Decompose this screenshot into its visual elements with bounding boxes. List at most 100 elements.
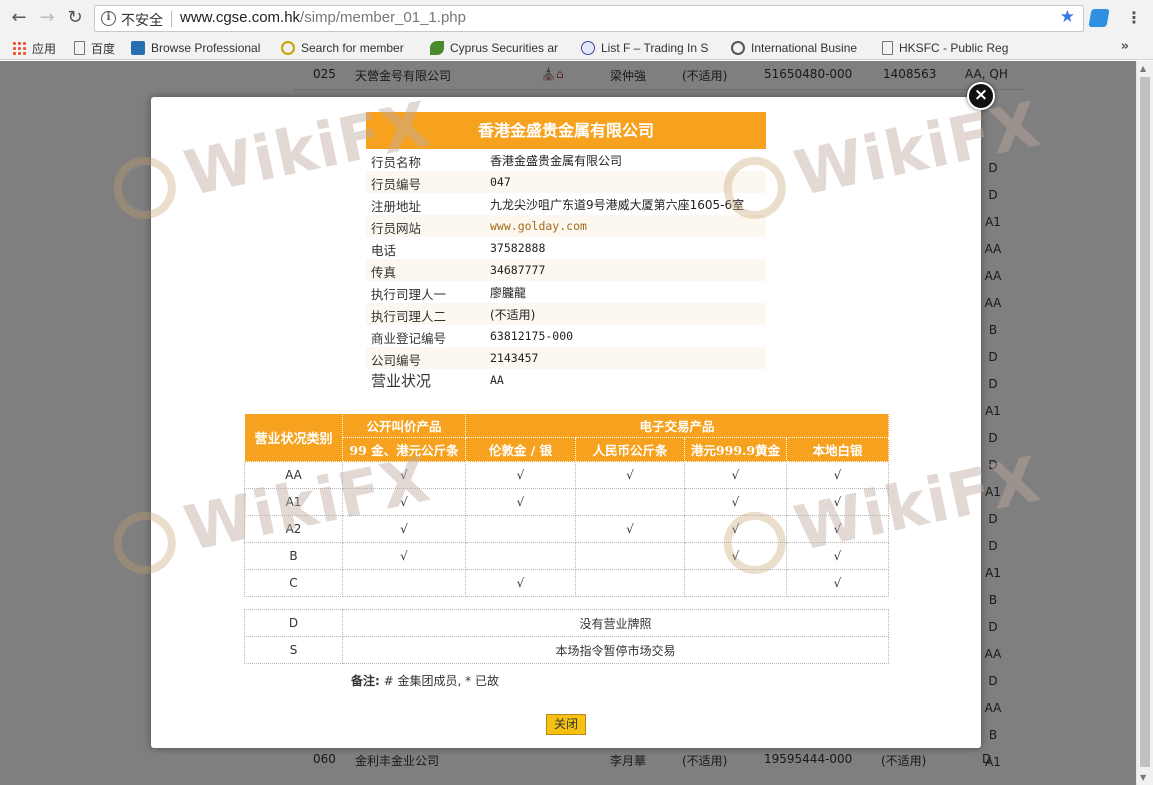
close-modal-icon[interactable]: × [967, 82, 995, 110]
remarks: 备注: # 金集团成员, * 已故 [351, 674, 499, 688]
field-label: 行员网站 [371, 221, 422, 236]
info-row: 行员编号 047 [366, 171, 766, 193]
bookmark-apps[interactable]: 应用 [12, 39, 64, 57]
scroll-down-icon[interactable]: ▼ [1140, 773, 1146, 782]
check-cell: √ [684, 488, 787, 516]
site-favicon-icon [581, 41, 595, 55]
check-cell [465, 542, 576, 570]
check-cell: √ [465, 569, 576, 597]
info-row: 注册地址 九龙尖沙咀广东道9号港威大厦第六座1605-6室 [366, 193, 766, 215]
site-favicon-icon [731, 41, 745, 55]
bookmark-search-member[interactable]: Search for member [281, 39, 417, 57]
site-favicon-icon [430, 41, 444, 55]
status-desc: 没有营业牌照 [342, 609, 889, 637]
browser-toolbar: ← → ↻ i 不安全 www.cgse.com.hk/simp/member_… [0, 0, 1153, 36]
page-scrollbar[interactable]: ▲ ▼ [1136, 61, 1153, 785]
close-button[interactable]: 关闭 [546, 714, 586, 735]
category-code: C [244, 569, 343, 597]
field-value: 34687777 [490, 263, 546, 277]
field-value: 047 [490, 175, 511, 189]
info-row: 电话 37582888 [366, 237, 766, 259]
col-rmb: 人民币公斤条 [575, 437, 685, 462]
more-bookmarks-icon[interactable]: » [1121, 39, 1129, 54]
check-cell: √ [684, 461, 787, 489]
bookmark-list-f[interactable]: List F – Trading In S [581, 39, 718, 57]
other-status-table: D 没有营业牌照 S 本场指令暂停市场交易 [244, 609, 889, 664]
field-label: 商业登记编号 [371, 331, 447, 346]
scroll-up-icon[interactable]: ▲ [1140, 64, 1146, 73]
check-cell: √ [786, 488, 889, 516]
field-label: 传真 [371, 265, 397, 280]
header-electronic-group: 电子交易产品 [465, 413, 889, 438]
bookmark-cyprus-securities[interactable]: Cyprus Securities ar [430, 39, 570, 57]
info-row: 行员名称 香港金盛贵金属有限公司 [366, 149, 766, 171]
bookmark-star-icon[interactable]: ★ [1060, 7, 1075, 27]
col-hkd999: 港元999.9黄金 [684, 437, 787, 462]
check-cell [575, 488, 685, 516]
info-row: 行员网站 www.golday.com [366, 215, 766, 237]
field-label: 执行司理人一 [371, 287, 447, 302]
header-public-group: 公开叫价产品 [342, 413, 466, 438]
bookmark-international-business[interactable]: International Busine [731, 39, 869, 57]
category-code: B [244, 542, 343, 570]
page-icon [882, 41, 893, 55]
member-title: 香港金盛贵金属有限公司 [366, 112, 766, 149]
reload-icon[interactable]: ↻ [64, 7, 86, 29]
site-favicon-icon [281, 41, 295, 55]
divider [171, 11, 172, 27]
info-row: 传真 34687777 [366, 259, 766, 281]
check-cell: √ [786, 569, 889, 597]
field-label: 公司编号 [371, 353, 422, 368]
check-cell: √ [465, 488, 576, 516]
check-cell: √ [342, 488, 466, 516]
info-row: 执行司理人一 廖朧龍 [366, 281, 766, 303]
field-label: 电话 [371, 243, 397, 258]
field-label: 执行司理人二 [371, 309, 447, 324]
table-row: AA √ √ √ √ √ [244, 461, 889, 489]
info-icon[interactable]: i [101, 11, 116, 26]
check-cell: √ [684, 515, 787, 543]
table-row: S 本场指令暂停市场交易 [244, 636, 889, 664]
security-label[interactable]: 不安全 [121, 10, 163, 30]
bookmark-baidu[interactable]: 百度 [74, 39, 124, 57]
category-code: AA [244, 461, 343, 489]
field-value: 63812175-000 [490, 329, 574, 343]
field-label: 营业状况 [371, 372, 432, 390]
back-arrow-icon[interactable]: ← [8, 7, 30, 29]
extension-icon[interactable] [1088, 9, 1110, 27]
info-row: 公司编号 2143457 [366, 347, 766, 369]
bookmark-browse-professional[interactable]: Browse Professional [131, 39, 271, 57]
info-row: 商业登记编号 63812175-000 [366, 325, 766, 347]
col-public: 99 金、港元公斤条 [342, 437, 466, 462]
bookmark-hksfc[interactable]: HKSFC - Public Reg [882, 39, 1018, 57]
info-row: 执行司理人二 (不适用) [366, 303, 766, 325]
category-table: 营业状况类别 公开叫价产品 电子交易产品 99 金、港元公斤条 伦敦金 / 银 … [244, 413, 889, 597]
check-cell: √ [465, 461, 576, 489]
check-cell: √ [342, 461, 466, 489]
table-row: A2 √ √ √ √ [244, 515, 889, 543]
category-code: A1 [244, 488, 343, 516]
check-cell [575, 569, 685, 597]
info-row: 营业状况 AA [366, 369, 766, 391]
field-value: (不适用) [490, 308, 536, 322]
url-text[interactable]: www.cgse.com.hk/simp/member_01_1.php [180, 9, 466, 26]
bookmarks-bar: 应用 百度 Browse Professional Search for mem… [0, 36, 1153, 60]
table-row: C √ √ [244, 569, 889, 597]
field-value: AA [490, 373, 504, 387]
website-link[interactable]: www.golday.com [490, 219, 587, 233]
field-value: 香港金盛贵金属有限公司 [490, 154, 623, 168]
forward-arrow-icon[interactable]: → [36, 7, 58, 29]
site-favicon-icon [131, 41, 145, 55]
field-label: 注册地址 [371, 199, 422, 214]
field-label: 行员编号 [371, 177, 422, 192]
status-code: D [244, 609, 343, 637]
scrollbar-thumb[interactable] [1140, 77, 1150, 767]
menu-kebab-icon[interactable]: ⋮ [1126, 8, 1142, 28]
status-desc: 本场指令暂停市场交易 [342, 636, 889, 664]
category-code: A2 [244, 515, 343, 543]
check-cell: √ [786, 542, 889, 570]
check-cell: √ [786, 515, 889, 543]
header-category: 营业状况类别 [244, 413, 343, 462]
col-loco: 伦敦金 / 银 [465, 437, 576, 462]
address-bar[interactable]: i 不安全 www.cgse.com.hk/simp/member_01_1.p… [94, 5, 1084, 32]
